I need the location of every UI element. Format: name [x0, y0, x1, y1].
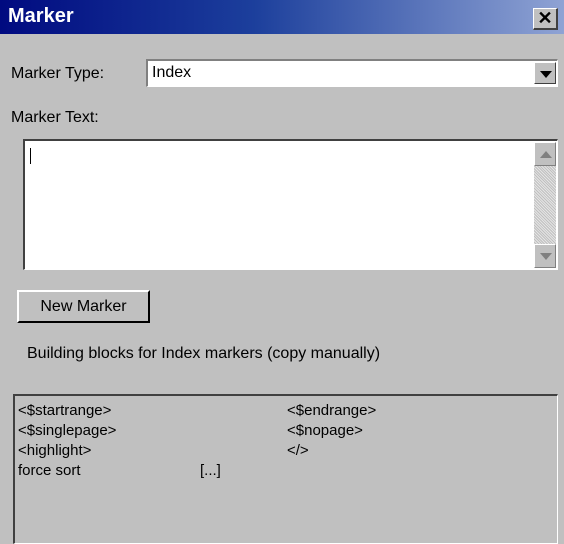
marker-type-select[interactable]: Index: [146, 59, 558, 87]
building-block-item[interactable]: [...]: [200, 462, 221, 479]
marker-type-value: Index: [152, 64, 192, 81]
building-block-item[interactable]: <$singlepage>: [18, 422, 116, 439]
vertical-scrollbar[interactable]: [534, 142, 556, 268]
marker-type-label: Marker Type:: [11, 65, 105, 82]
building-blocks-info: Building blocks for Index markers (copy …: [27, 345, 381, 362]
marker-dialog: Marker ✕ Marker Type: Index Marker Text:…: [0, 0, 564, 544]
building-blocks-list[interactable]: <$startrange> <$endrange> <$singlepage> <$n…: [13, 394, 558, 544]
scroll-up-icon[interactable]: [534, 142, 556, 166]
new-marker-button[interactable]: New Marker: [17, 290, 150, 323]
chevron-down-icon[interactable]: [534, 62, 556, 84]
marker-text-field[interactable]: [23, 139, 558, 270]
building-block-item[interactable]: <$nopage>: [287, 422, 363, 439]
title-bar[interactable]: Marker ✕: [0, 0, 564, 34]
marker-text-label: Marker Text:: [11, 109, 99, 126]
building-block-item[interactable]: <highlight>: [18, 442, 91, 459]
window-title: Marker: [8, 5, 74, 27]
close-button[interactable]: ✕: [533, 8, 558, 30]
building-block-item[interactable]: <$startrange>: [18, 402, 111, 419]
building-block-item[interactable]: force sort: [18, 462, 81, 479]
scroll-down-icon[interactable]: [534, 244, 556, 268]
building-block-item[interactable]: </>: [287, 442, 309, 459]
close-icon: ✕: [537, 8, 553, 28]
text-caret: [30, 148, 31, 164]
building-block-item[interactable]: <$endrange>: [287, 402, 376, 419]
